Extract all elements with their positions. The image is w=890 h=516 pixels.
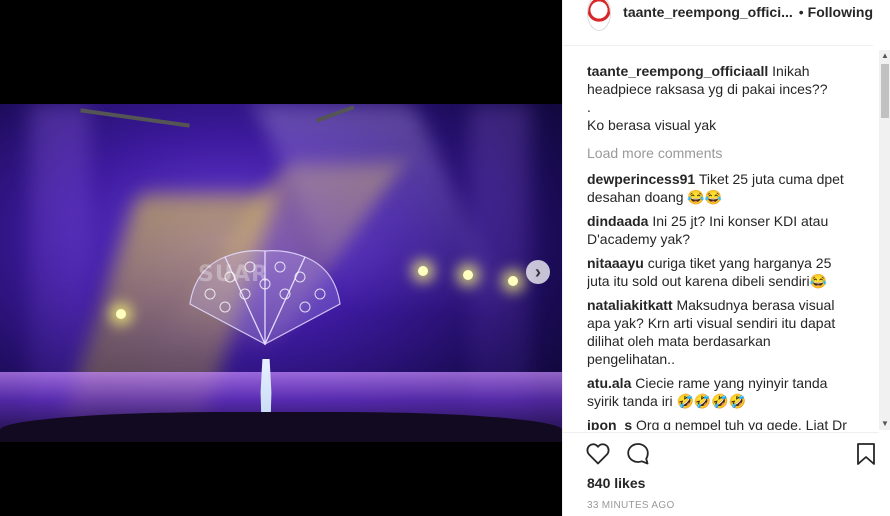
caption-text: .: [587, 99, 591, 115]
caption-username-link[interactable]: taante_reempong_officiaall: [587, 63, 768, 79]
post-timestamp: 33 MINUTES AGO: [587, 500, 675, 511]
scroll-up-icon[interactable]: ▲: [881, 52, 889, 60]
action-icons: [585, 441, 651, 467]
stage-spotlight: [116, 309, 126, 319]
heart-icon: [586, 443, 610, 465]
stage-spotlight: [463, 270, 473, 280]
comment-username-link[interactable]: nataliakitkatt: [587, 297, 673, 313]
post-actions: 840 likes 33 MINUTES AGO: [563, 432, 879, 516]
bookmark-icon: [857, 443, 875, 465]
load-more-comments-link[interactable]: Load more comments: [587, 144, 857, 162]
audience-silhouette: [0, 412, 562, 442]
list-item: atu.ala Ciecie rame yang nyinyir tanda s…: [587, 374, 857, 410]
comment-username-link[interactable]: ipon_s: [587, 417, 632, 430]
scroll-down-icon[interactable]: ▼: [881, 420, 889, 428]
list-item: ipon_s Org g nempel tuh yg gede. Liat Dr…: [587, 416, 857, 430]
next-media-button[interactable]: ›: [526, 260, 550, 284]
like-button[interactable]: [585, 441, 611, 467]
video-frame[interactable]: SUAR: [0, 104, 562, 442]
comments-scrollbar[interactable]: ▲ ▼: [879, 50, 890, 430]
comment-username-link[interactable]: dindaada: [587, 213, 648, 229]
comment-username-link[interactable]: atu.ala: [587, 375, 631, 391]
post-panel: taante_reempong_offici... • Following ta…: [562, 0, 890, 516]
list-item: dewperincess91 Tiket 25 juta cuma dpet d…: [587, 170, 857, 206]
following-button[interactable]: Following: [808, 4, 873, 20]
header-username-link[interactable]: taante_reempong_offici...: [623, 4, 793, 20]
list-item: nataliakitkatt Maksudnya berasa visual a…: [587, 296, 857, 368]
stage-spotlight: [418, 266, 428, 276]
header-separator: •: [798, 3, 804, 20]
stage-truss: [80, 108, 190, 128]
comment-button[interactable]: [625, 441, 651, 467]
list-item: nitaaayu curiga tiket yang harganya 25 j…: [587, 254, 857, 290]
comment-bubble-icon: [627, 443, 649, 465]
caption-text: Ko berasa visual yak: [587, 117, 717, 133]
comment-username-link[interactable]: nitaaayu: [587, 255, 644, 271]
stage-spotlight: [508, 276, 518, 286]
avatar[interactable]: [587, 0, 612, 31]
list-item: dindaada Ini 25 jt? Ini konser KDI atau …: [587, 212, 857, 248]
post-media[interactable]: SUAR ›: [0, 0, 562, 516]
save-button[interactable]: [853, 441, 879, 467]
chevron-right-icon: ›: [535, 262, 541, 282]
comments-list[interactable]: taante_reempong_officiaall Inikah headpi…: [587, 62, 857, 430]
post-caption: taante_reempong_officiaall Inikah headpi…: [587, 62, 857, 134]
post-header: taante_reempong_offici... • Following: [563, 0, 873, 46]
likes-count[interactable]: 840 likes: [587, 475, 645, 491]
comment-username-link[interactable]: dewperincess91: [587, 171, 695, 187]
scrollbar-thumb[interactable]: [881, 64, 889, 118]
watermark-text: SUAR: [198, 262, 269, 287]
profile-logo-icon: [588, 0, 611, 28]
